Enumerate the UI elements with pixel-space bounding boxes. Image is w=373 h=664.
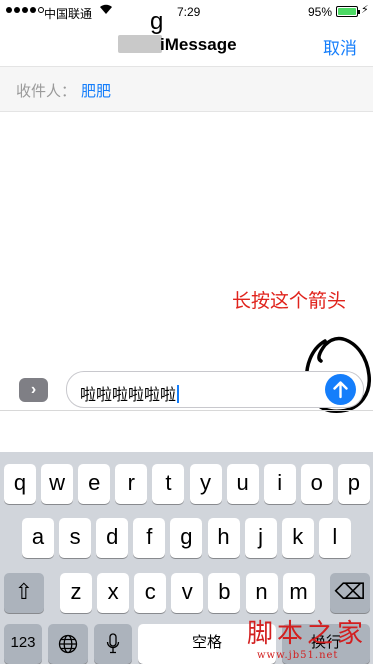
cancel-button[interactable]: 取消 — [323, 34, 357, 59]
key-i[interactable]: i — [263, 464, 296, 504]
key-w[interactable]: w — [41, 464, 74, 504]
key-s[interactable]: s — [59, 518, 92, 558]
message-text: 啦啦啦啦啦啦 — [80, 381, 180, 405]
arrow-up-icon — [333, 381, 348, 399]
send-button[interactable] — [325, 374, 356, 405]
wifi-icon — [99, 3, 113, 18]
key-h[interactable]: h — [207, 518, 240, 558]
shift-key[interactable]: ⇧ — [4, 573, 44, 613]
globe-key[interactable] — [48, 624, 88, 664]
battery-percent: 95% — [308, 5, 333, 19]
charging-icon: ⚡ — [361, 4, 369, 16]
key-g[interactable]: g — [170, 518, 203, 558]
page-title: iMessage — [160, 35, 237, 54]
key-l[interactable]: l — [318, 518, 351, 558]
divider — [0, 410, 373, 411]
microphone-key[interactable] — [94, 624, 132, 664]
title-fragment: g — [150, 8, 164, 35]
app-drawer-button[interactable]: › — [19, 378, 48, 402]
key-y[interactable]: y — [189, 464, 222, 504]
delete-key[interactable]: ⌫ — [330, 573, 370, 613]
recipient-label: 收件人： — [16, 83, 77, 100]
clock: 7:29 — [177, 5, 201, 19]
key-f[interactable]: f — [133, 518, 166, 558]
recipient-chip[interactable]: 肥肥 — [81, 80, 111, 101]
message-input[interactable]: 啦啦啦啦啦啦 — [66, 371, 364, 408]
key-k[interactable]: k — [281, 518, 314, 558]
key-c[interactable]: c — [134, 573, 167, 613]
key-j[interactable]: j — [244, 518, 277, 558]
numbers-key[interactable]: 123 — [4, 624, 42, 664]
status-bar: 中国联通 7:29 95% ⚡ — [0, 0, 373, 22]
signal-strength-icon — [6, 7, 44, 13]
key-e[interactable]: e — [78, 464, 111, 504]
key-n[interactable]: n — [245, 573, 278, 613]
key-a[interactable]: a — [22, 518, 54, 558]
blurred-title-area — [118, 35, 162, 53]
key-d[interactable]: d — [96, 518, 129, 558]
key-t[interactable]: t — [152, 464, 185, 504]
annotation-text: 长按这个箭头 — [232, 290, 347, 312]
text-cursor — [177, 385, 180, 403]
key-m[interactable]: m — [282, 573, 315, 613]
watermark: 脚本之家 www.jb51.net — [247, 619, 368, 661]
microphone-icon — [106, 633, 120, 654]
carrier-label: 中国联通 — [44, 7, 93, 21]
chevron-right-icon: › — [30, 381, 37, 398]
key-v[interactable]: v — [171, 573, 204, 613]
key-z[interactable]: z — [60, 573, 92, 613]
battery-icon — [336, 6, 360, 17]
key-r[interactable]: r — [115, 464, 148, 504]
key-x[interactable]: x — [97, 573, 130, 613]
navigation-bar: g iMessage 取消 — [0, 8, 373, 66]
key-p[interactable]: p — [337, 464, 370, 504]
recipient-field[interactable]: 收件人： 肥肥 — [0, 66, 373, 112]
key-q[interactable]: q — [4, 464, 36, 504]
key-o[interactable]: o — [300, 464, 333, 504]
key-b[interactable]: b — [208, 573, 241, 613]
globe-icon — [58, 634, 78, 654]
key-u[interactable]: u — [226, 464, 259, 504]
